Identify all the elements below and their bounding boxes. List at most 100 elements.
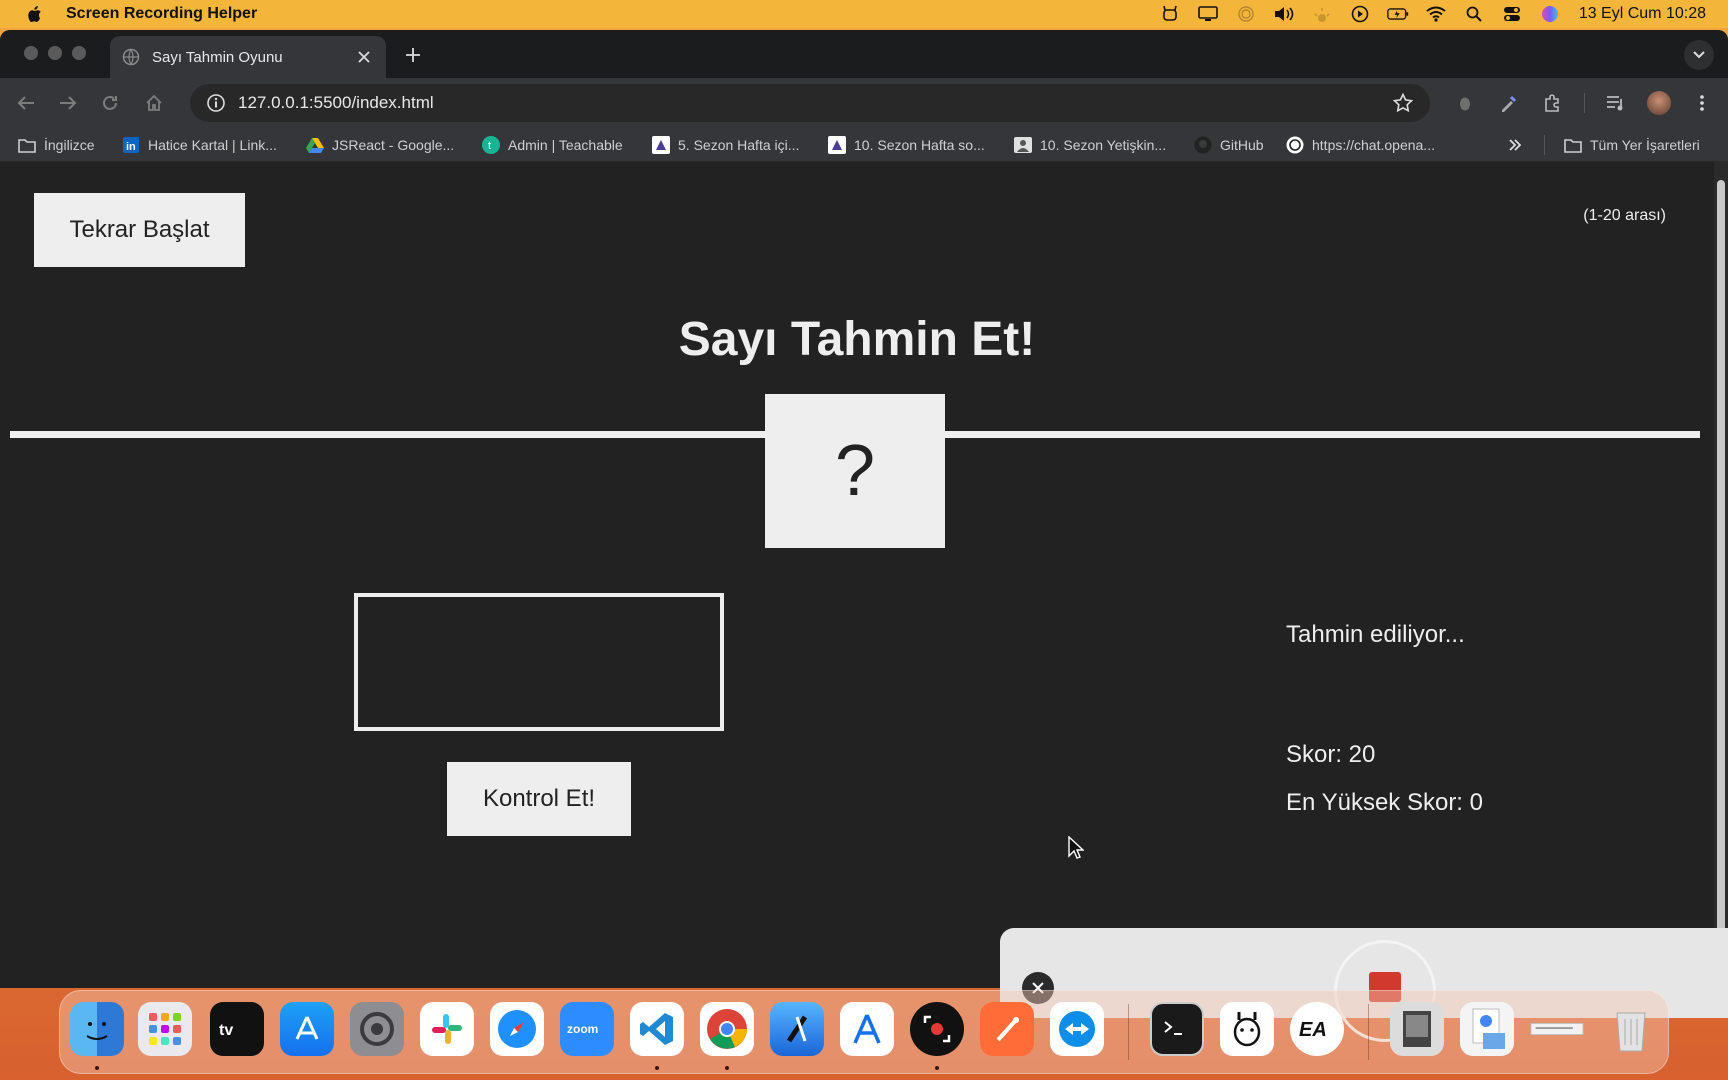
slack-icon[interactable] (420, 1002, 474, 1056)
screen-recorder-icon[interactable] (910, 1002, 964, 1056)
range-hint: (1-20 arası) (1583, 207, 1666, 224)
sezon-logo-icon (652, 136, 670, 154)
restart-button[interactable]: Tekrar Başlat (34, 193, 245, 267)
running-indicator (725, 1066, 729, 1070)
bookmark-linkedin[interactable]: in Hatice Kartal | Link... (122, 134, 277, 156)
active-app-name[interactable]: Screen Recording Helper (66, 5, 257, 23)
all-bookmarks-folder[interactable]: Tüm Yer İşaretleri (1564, 134, 1700, 156)
menubar-clock[interactable]: 13 Eyl Cum 10:28 (1579, 5, 1706, 23)
guess-input[interactable] (354, 593, 724, 731)
bookmark-sezon-10-hafta-sonu[interactable]: 10. Sezon Hafta so... (828, 134, 985, 156)
wifi-icon[interactable] (1425, 5, 1447, 23)
tab-active[interactable]: Sayı Tahmin Oyunu (110, 36, 386, 78)
bookmark-label: https://chat.opena... (1312, 137, 1435, 153)
safari-icon[interactable] (490, 1002, 544, 1056)
address-bar[interactable]: 127.0.0.1:5500/index.html (190, 84, 1430, 122)
window-controls (24, 46, 86, 60)
control-center-icon[interactable] (1501, 5, 1523, 23)
play-icon[interactable] (1349, 5, 1371, 23)
classroom-icon (1014, 136, 1032, 154)
menu-bar: Screen Recording Helper 13 Eyl Cum 10:28 (0, 0, 1728, 28)
openai-icon (1286, 136, 1304, 154)
teamviewer-icon[interactable] (1050, 1002, 1104, 1056)
bookmark-star-icon[interactable] (1392, 92, 1414, 114)
running-indicator (655, 1066, 659, 1070)
running-indicator (95, 1066, 99, 1070)
highscore-label: En Yüksek Skor: 0 (1286, 789, 1483, 816)
minimize-window-button[interactable] (48, 46, 62, 60)
airdrop-icon[interactable] (1235, 5, 1257, 23)
browser-window: Sayı Tahmin Oyunu 127.0.0.1:5500/index.h… (0, 30, 1728, 988)
media-controls-icon[interactable] (1603, 90, 1629, 116)
extension-bug-icon[interactable] (1452, 90, 1478, 116)
cat-status-icon[interactable] (1159, 5, 1181, 23)
vscode-icon[interactable] (630, 1002, 684, 1056)
system-settings-icon[interactable] (350, 1002, 404, 1056)
xcode-icon[interactable] (770, 1002, 824, 1056)
bookmark-github[interactable]: GitHub (1194, 134, 1264, 156)
extensions-puzzle-icon[interactable] (1540, 90, 1566, 116)
bookmark-google-drive[interactable]: JSReact - Google... (306, 134, 454, 156)
bookmark-label: 5. Sezon Hafta içi... (678, 137, 800, 153)
toolbar-separator (1584, 93, 1585, 113)
postman-icon[interactable] (980, 1002, 1034, 1056)
battery-icon[interactable] (1386, 5, 1409, 23)
chrome-icon[interactable] (700, 1002, 754, 1056)
app-store-icon[interactable] (280, 1002, 334, 1056)
close-window-button[interactable] (24, 46, 38, 60)
trash-icon[interactable] (1604, 1002, 1658, 1056)
tab-strip: Sayı Tahmin Oyunu (0, 30, 1728, 78)
downloads-stack-icon[interactable] (1460, 1002, 1514, 1056)
google-drive-icon (306, 136, 324, 154)
apple-tv-icon[interactable]: tv (210, 1002, 264, 1056)
back-arrow-icon[interactable] (14, 91, 38, 115)
all-bookmarks-label: Tüm Yer İşaretleri (1590, 137, 1700, 153)
reload-icon[interactable] (98, 91, 122, 115)
check-button[interactable]: Kontrol Et! (447, 762, 631, 836)
bookmarks-overflow-chevron-icon[interactable] (1508, 134, 1522, 156)
instruments-icon[interactable] (840, 1002, 894, 1056)
terminal-icon[interactable] (1150, 1002, 1204, 1056)
svg-text:zoom: zoom (567, 1022, 598, 1036)
preview-icon[interactable] (1390, 1002, 1444, 1056)
mouse-cursor-icon (1068, 836, 1084, 859)
site-info-icon[interactable] (206, 93, 226, 113)
globe-icon (122, 48, 140, 66)
profile-avatar[interactable] (1647, 91, 1671, 115)
bookmark-label: Hatice Kartal | Link... (148, 137, 277, 153)
document-icon[interactable] (1530, 1002, 1584, 1056)
bookmark-sezon-5[interactable]: 5. Sezon Hafta içi... (652, 134, 799, 156)
close-tab-icon[interactable] (354, 47, 374, 67)
bookmarks-separator (1544, 135, 1545, 155)
bookmark-chatgpt[interactable]: https://chat.opena... (1286, 134, 1435, 156)
new-tab-icon[interactable] (402, 44, 424, 66)
ea-icon[interactable]: EA (1290, 1002, 1344, 1056)
spotlight-search-icon[interactable] (1463, 5, 1485, 23)
bookmark-label: 10. Sezon Yetişkin... (1040, 137, 1167, 153)
zoom-window-button[interactable] (72, 46, 86, 60)
finder-icon[interactable] (70, 1002, 124, 1056)
launchpad-icon[interactable] (138, 1002, 192, 1056)
scrollbar-thumb[interactable] (1717, 180, 1725, 960)
color-picker-icon[interactable] (1496, 90, 1522, 116)
volume-icon[interactable] (1273, 5, 1295, 23)
url-text[interactable]: 127.0.0.1:5500/index.html (238, 93, 1392, 113)
bookmark-label: İngilizce (44, 137, 95, 153)
score-label: Skor: 20 (1286, 741, 1376, 768)
siri-icon[interactable] (1539, 5, 1561, 23)
dock-separator (1128, 1004, 1129, 1060)
ollama-icon[interactable] (1220, 1002, 1274, 1056)
brightness-icon[interactable] (1311, 5, 1333, 23)
home-icon[interactable] (142, 91, 166, 115)
bookmark-label: 10. Sezon Hafta so... (854, 137, 985, 153)
display-icon[interactable] (1197, 5, 1219, 23)
secret-number-box: ? (765, 394, 945, 548)
bookmark-folder-ingilizce[interactable]: İngilizce (18, 134, 95, 156)
tab-search-chevron-icon[interactable] (1684, 40, 1714, 70)
more-menu-icon[interactable] (1689, 90, 1715, 116)
apple-menu-icon[interactable] (24, 4, 44, 24)
bookmark-teachable[interactable]: t Admin | Teachable (482, 134, 623, 156)
forward-arrow-icon[interactable] (56, 91, 80, 115)
zoom-icon[interactable]: zoom (560, 1002, 614, 1056)
bookmark-sezon-10-yetiskin[interactable]: 10. Sezon Yetişkin... (1014, 134, 1166, 156)
